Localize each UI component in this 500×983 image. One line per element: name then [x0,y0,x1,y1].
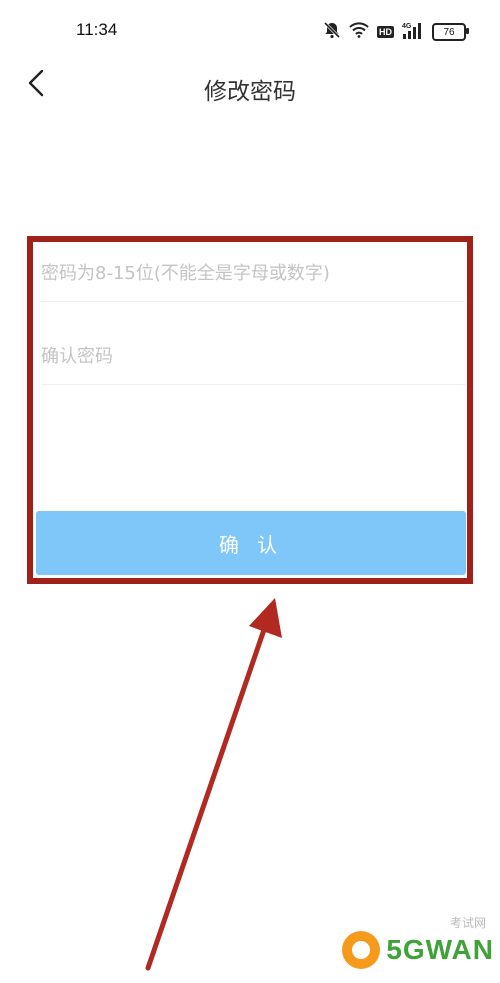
signal-4g-icon: 4G [402,21,424,43]
confirm-button[interactable]: 确 认 [36,511,466,575]
status-icons: HD 4G 76 [323,21,469,43]
status-bar: 11:34 HD 4G 76 [0,0,500,62]
confirm-password-field [41,328,465,385]
svg-text:4G: 4G [402,23,412,30]
watermark-logo-icon [342,931,381,969]
wifi-icon [349,22,369,42]
hd-icon: HD [377,26,394,38]
nav-bar: 修改密码 [0,62,500,108]
watermark-brand: 5GWAN [386,934,494,965]
battery-icon: 76 [432,23,469,41]
watermark: 5GWAN [342,925,494,975]
page-title: 修改密码 [204,79,296,105]
new-password-field [41,245,465,302]
confirm-password-input[interactable] [41,328,465,384]
new-password-input[interactable] [41,245,465,301]
bell-muted-icon [323,21,341,43]
password-form-highlight: 确 认 [27,236,473,584]
status-time: 11:34 [76,20,118,39]
